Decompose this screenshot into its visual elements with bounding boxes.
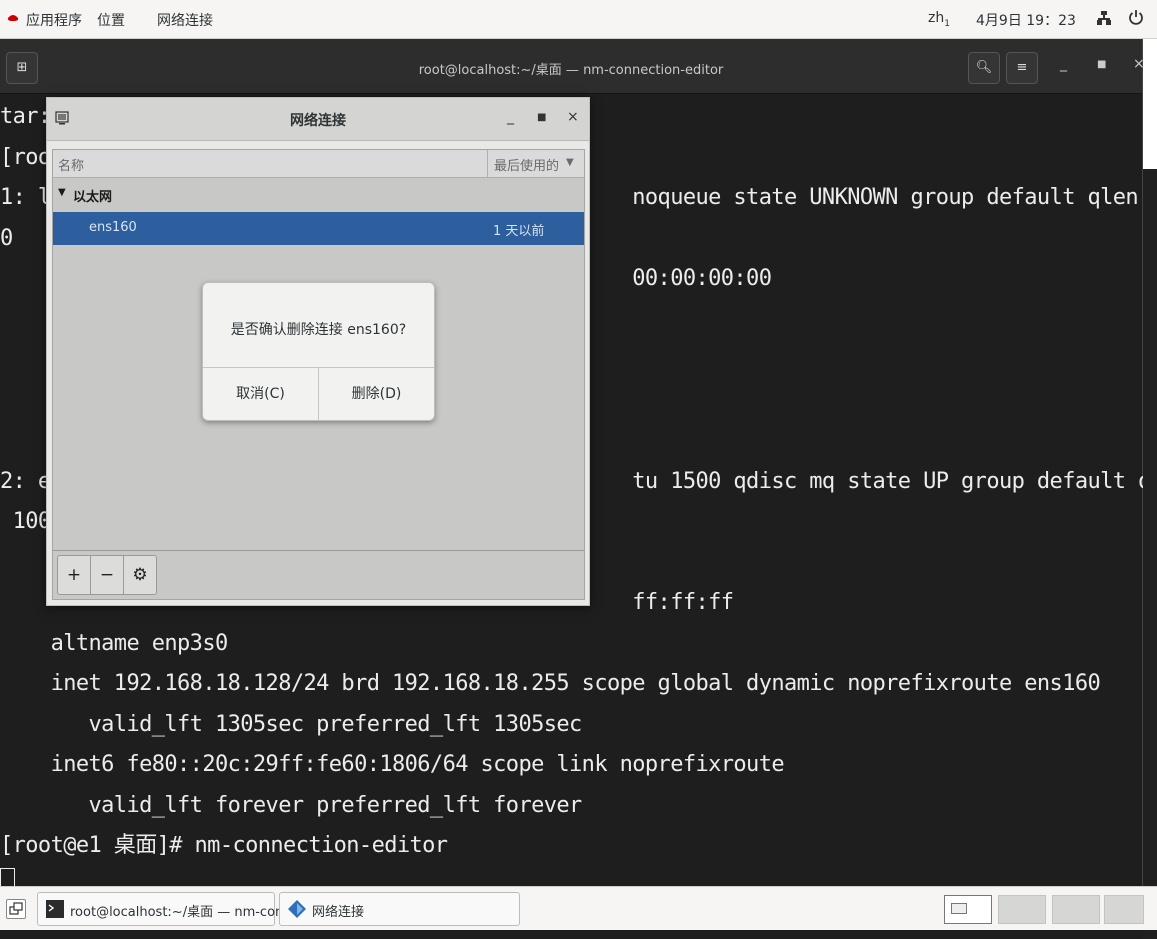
list-header: 名称 最后使用的 ▼ (53, 150, 584, 178)
places-menu[interactable]: 位置 (97, 10, 125, 30)
terminal-line: tar: (0, 104, 51, 129)
remove-connection-button[interactable]: − (91, 556, 123, 594)
applications-menu[interactable]: 应用程序 (26, 10, 82, 30)
workspace-2[interactable] (998, 895, 1046, 924)
confirm-delete-dialog[interactable]: 是否确认删除连接 ens160? 取消(C) 删除(D) (202, 282, 435, 421)
terminal-line: altname enp3s0 (0, 630, 229, 656)
clock[interactable]: 4月9日 19：23 (976, 10, 1076, 30)
minimize-button[interactable]: _ (1060, 56, 1067, 72)
bottom-panel: root@localhost:~/桌面 — nm-con··· 网络连接 (0, 886, 1157, 930)
workspace-4[interactable] (1104, 895, 1144, 924)
nm-minimize-button[interactable]: _ (507, 109, 514, 125)
terminal-icon (46, 900, 64, 918)
terminal-line: valid_lft 1305sec preferred_lft 1305sec (0, 711, 583, 737)
search-icon[interactable]: 🔍︎ (968, 52, 1000, 84)
network-wired-icon[interactable] (1096, 10, 1112, 26)
delete-button[interactable]: 删除(D) (319, 368, 434, 421)
terminal-line: valid_lft forever preferred_lft forever (0, 792, 583, 818)
taskbar-item-network-connections[interactable]: 网络连接 (279, 892, 520, 926)
input-method-indicator[interactable]: zh1 (928, 10, 950, 29)
dialog-message: 是否确认删除连接 ens160? (230, 322, 407, 338)
terminal-line: [root@e1 桌面]# nm-connection-editor (0, 833, 448, 858)
sort-down-icon: ▼ (566, 157, 574, 168)
show-desktop-icon[interactable] (6, 899, 26, 919)
hamburger-menu-icon[interactable]: ≡ (1006, 52, 1038, 84)
terminal-line: 100 (0, 509, 52, 534)
terminal-line: 0 (0, 225, 13, 251)
workspace-3[interactable] (1052, 895, 1100, 924)
nm-close-button[interactable]: × (567, 109, 579, 125)
redhat-logo-icon (7, 15, 19, 21)
top-panel: 应用程序 位置 网络连接 zh1 4月9日 19：23 (0, 0, 1157, 39)
power-icon[interactable] (1128, 9, 1144, 25)
background-window-edge (1143, 39, 1157, 939)
taskbar-item-terminal[interactable]: root@localhost:~/桌面 — nm-con··· (37, 892, 296, 926)
add-connection-button[interactable]: + (58, 556, 90, 594)
maximize-button[interactable]: ■ (1097, 59, 1106, 70)
gear-icon[interactable]: ⚙ (124, 556, 156, 594)
nm-maximize-button[interactable]: ■ (537, 112, 546, 123)
nm-toolbar: + − ⚙ (52, 550, 585, 600)
column-name[interactable]: 名称 (58, 155, 84, 174)
terminal-line: [roo (0, 144, 51, 170)
terminal-line: inet 192.168.18.128/24 brd 192.168.18.25… (0, 671, 1101, 696)
active-app-menu[interactable]: 网络连接 (157, 10, 213, 30)
workspace-1[interactable] (944, 895, 992, 924)
terminal-headerbar: ⊞ root@localhost:~/桌面 — nm-connection-ed… (0, 39, 1145, 94)
column-last-used[interactable]: 最后使用的 ▼ (487, 150, 584, 177)
terminal-line: inet6 fe80::20c:29ff:fe60:1806/64 scope … (0, 752, 785, 777)
nm-titlebar[interactable]: 网络连接 _ ■ × (47, 98, 589, 141)
network-app-icon (288, 900, 306, 918)
connection-row-ens160[interactable]: ens160 1 天以前 (53, 212, 584, 245)
group-ethernet[interactable]: ▼ 以太网 (53, 178, 584, 210)
cancel-button[interactable]: 取消(C) (203, 368, 318, 421)
expand-arrow-icon[interactable]: ▼ (58, 187, 66, 198)
